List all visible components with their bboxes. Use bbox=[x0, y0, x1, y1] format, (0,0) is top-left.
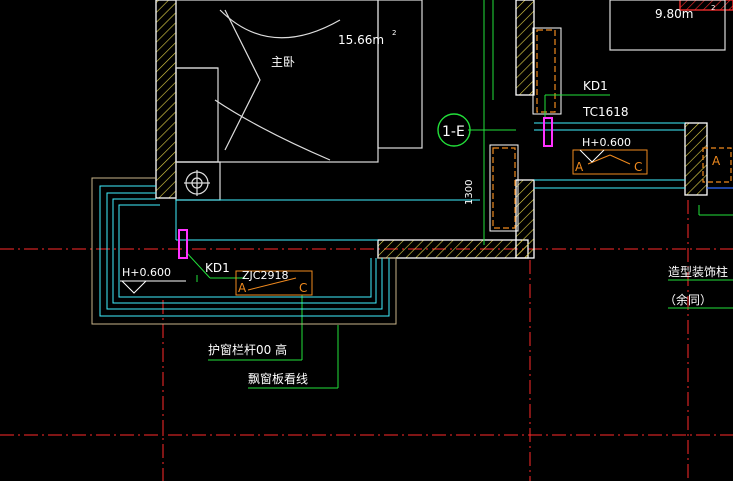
symbol-a-1: A bbox=[238, 281, 247, 295]
door-tag-1: KD1 bbox=[583, 79, 608, 93]
callout-sill: 飘窗板看线 bbox=[248, 372, 308, 386]
window-tag-2: ZJC2918 bbox=[242, 269, 288, 282]
bed-furniture bbox=[175, 0, 726, 201]
room-name-label: 主卧 bbox=[271, 55, 295, 69]
height-label-1: H+0.600 bbox=[582, 136, 631, 149]
cad-floor-plan: 主卧 15.66m 2 9.80m 2 1-E KD1 TC1618 H+0.6… bbox=[0, 0, 733, 481]
axis-grid bbox=[0, 200, 733, 481]
axis-bubble-label: 1-E bbox=[442, 124, 465, 140]
opening-markers bbox=[178, 117, 553, 259]
height-label-2: H+0.600 bbox=[122, 266, 171, 279]
room-area-2-sup: 2 bbox=[711, 4, 715, 12]
room-area-sup: 2 bbox=[392, 29, 396, 37]
callout-column-note: （余同） bbox=[664, 292, 712, 307]
room-area-2-label: 9.80m bbox=[655, 7, 693, 21]
symbol-a-2: A bbox=[575, 160, 584, 174]
window-tag-1: TC1618 bbox=[582, 105, 629, 119]
green-lines bbox=[185, 0, 733, 389]
tag-boxes bbox=[235, 149, 648, 296]
door-tag-2: KD1 bbox=[205, 261, 230, 275]
callout-railing: 护窗栏杆00 高 bbox=[208, 342, 287, 357]
dimension-1300: 1300 bbox=[464, 180, 475, 205]
symbol-c-1: C bbox=[299, 281, 307, 295]
bay-window bbox=[91, 122, 733, 325]
symbol-a-3: A bbox=[712, 154, 721, 168]
callout-column: 造型装饰柱 bbox=[668, 264, 728, 279]
room-area-label: 15.66m bbox=[338, 33, 384, 47]
symbol-c-2: C bbox=[634, 160, 642, 174]
